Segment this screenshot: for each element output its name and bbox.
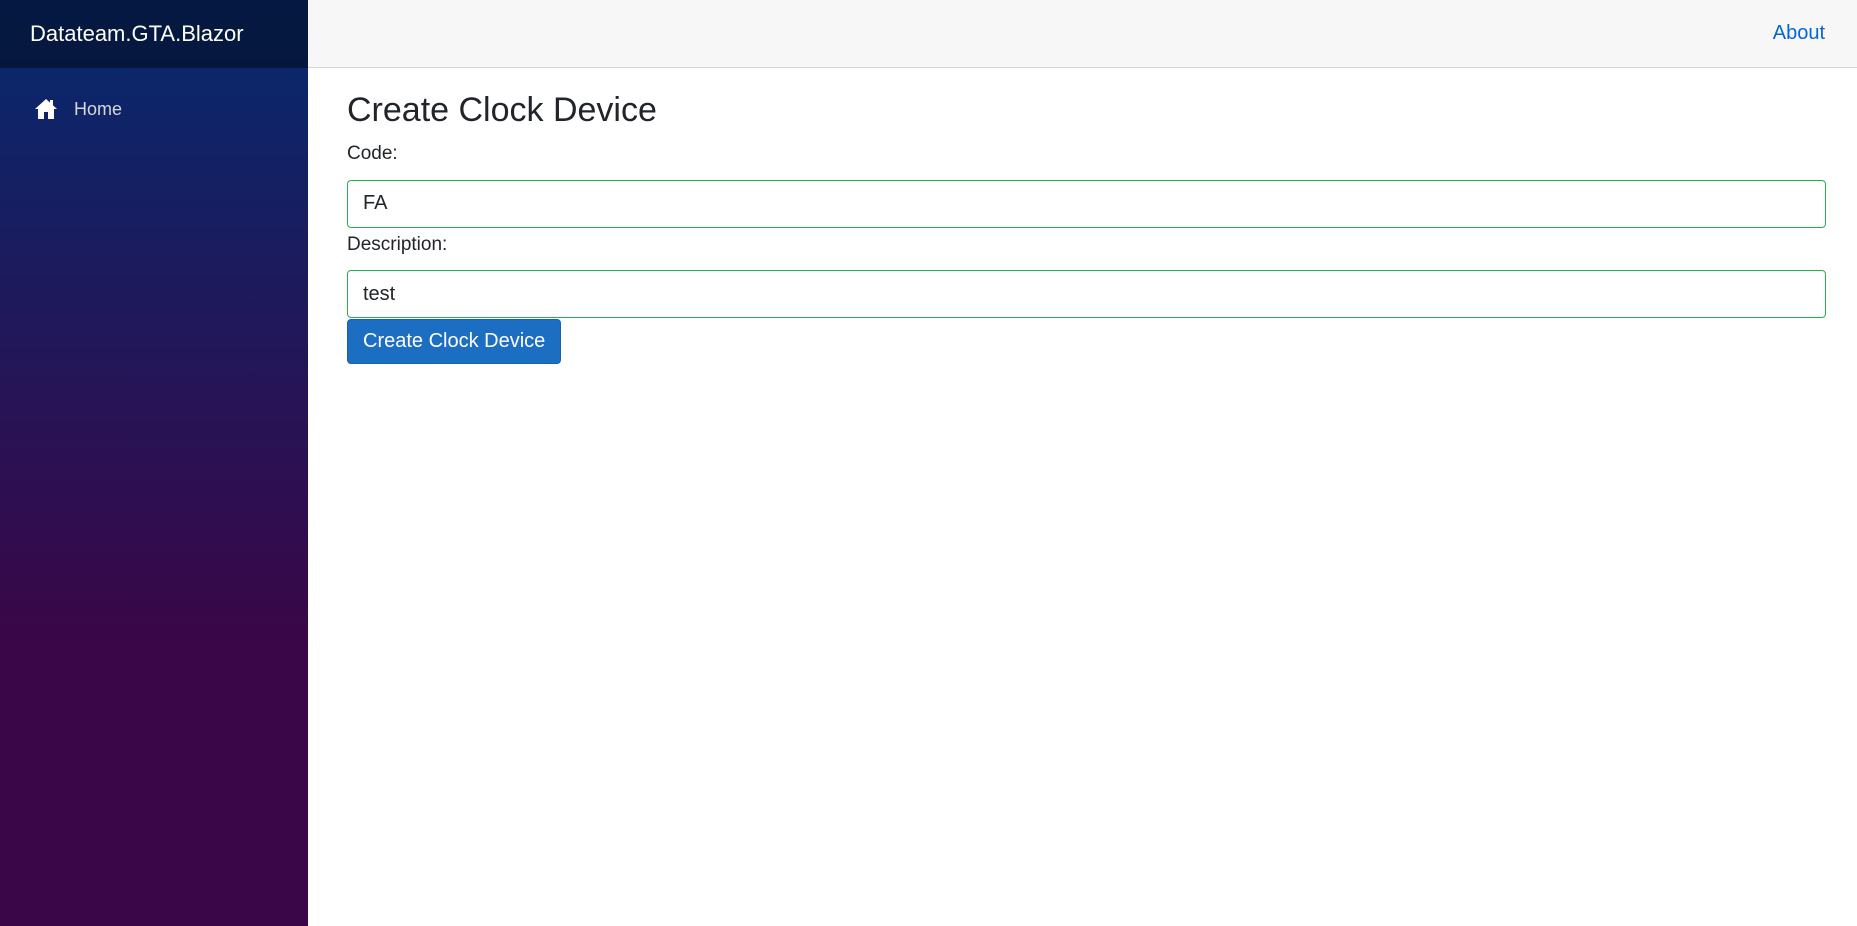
brand-bar: Datateam.GTA.Blazor (0, 0, 308, 68)
top-row: About (308, 0, 1857, 68)
code-input[interactable] (347, 179, 1826, 228)
content: Create Clock Device Code: Description: C… (308, 68, 1857, 365)
description-input[interactable] (347, 270, 1826, 319)
home-icon (34, 97, 58, 121)
brand-link[interactable]: Datateam.GTA.Blazor (30, 21, 244, 47)
create-clock-device-form: Code: Description: Create Clock Device (347, 143, 1826, 365)
code-label: Code: (347, 142, 398, 164)
create-clock-device-button[interactable]: Create Clock Device (347, 319, 562, 365)
page-title: Create Clock Device (347, 91, 657, 129)
sidebar-nav: Home (0, 68, 308, 132)
about-link[interactable]: About (1773, 22, 1825, 45)
sidebar-item-home[interactable]: Home (16, 86, 292, 132)
app-root: Datateam.GTA.Blazor Home About Create Cl… (0, 0, 1857, 926)
main-area: About Create Clock Device Code: Descript… (308, 0, 1857, 926)
sidebar: Datateam.GTA.Blazor Home (0, 0, 308, 926)
sidebar-item-label: Home (74, 98, 123, 119)
description-label: Description: (347, 233, 448, 255)
